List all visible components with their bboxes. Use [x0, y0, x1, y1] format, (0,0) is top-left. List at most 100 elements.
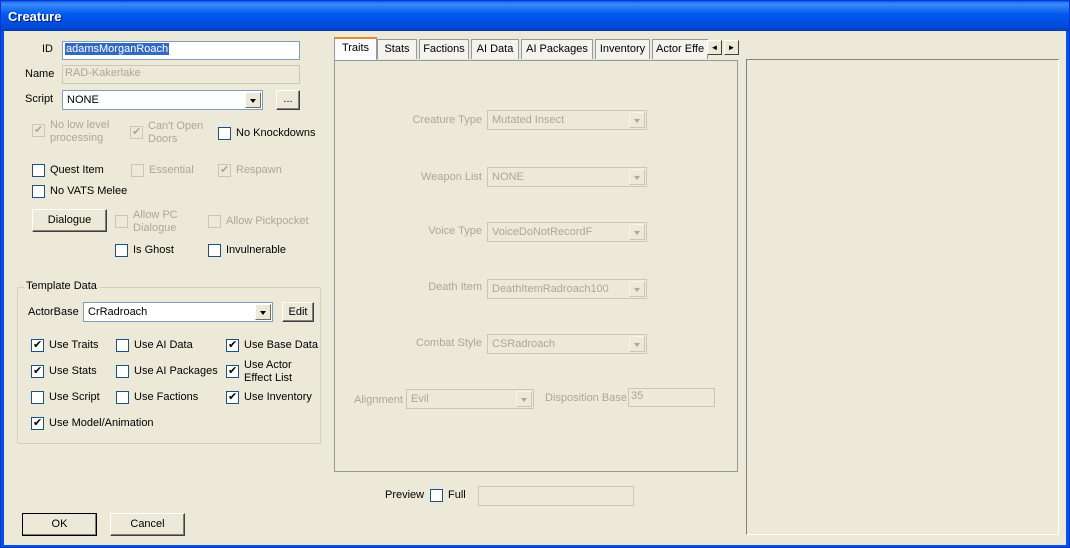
death-item-value: DeathItemRadroach100 — [492, 283, 609, 295]
tab-ai-packages[interactable]: AI Packages — [521, 39, 593, 59]
weapon-list-value: NONE — [492, 171, 524, 183]
chevron-down-icon — [629, 112, 645, 128]
essential-label: Essential — [149, 164, 194, 176]
tab-scroll-left-icon[interactable]: ◄ — [707, 40, 722, 55]
chevron-down-icon — [629, 169, 645, 185]
cancel-button[interactable]: Cancel — [110, 513, 185, 536]
use-script-checkbox[interactable] — [31, 391, 44, 404]
use-actor-effect-list-label-1: Use Actor — [244, 359, 292, 371]
tab-inventory[interactable]: Inventory — [595, 39, 650, 59]
allow-pickpocket-label: Allow Pickpocket — [226, 215, 309, 227]
script-value: NONE — [67, 94, 99, 106]
allow-pc-dialogue-label-1: Allow PC — [133, 209, 178, 221]
use-factions-checkbox[interactable] — [116, 391, 129, 404]
creature-type-value: Mutated Insect — [492, 114, 565, 126]
voice-type-combo: VoiceDoNotRecordF — [487, 222, 647, 242]
no-low-level-checkbox — [32, 123, 45, 137]
use-base-data-checkbox[interactable] — [226, 338, 239, 352]
traits-panel: Creature Type Mutated Insect Weapon List… — [334, 60, 738, 472]
id-label: ID — [42, 43, 53, 55]
is-ghost-checkbox[interactable] — [115, 244, 128, 257]
death-item-label: Death Item — [428, 281, 482, 293]
respawn-checkbox — [218, 163, 231, 177]
preview-full-checkbox[interactable] — [430, 489, 443, 502]
invulnerable-label: Invulnerable — [226, 244, 286, 256]
use-script-label: Use Script — [49, 391, 100, 403]
actorbase-label: ActorBase — [28, 306, 79, 318]
ok-button[interactable]: OK — [22, 513, 97, 536]
chevron-down-icon[interactable] — [255, 304, 271, 320]
creature-type-combo: Mutated Insect — [487, 110, 647, 130]
chevron-down-icon[interactable] — [245, 92, 261, 108]
disposition-base-label: Disposition Base — [545, 392, 627, 404]
tab-ai-data[interactable]: AI Data — [471, 39, 519, 59]
use-model-animation-checkbox[interactable] — [31, 416, 44, 430]
id-field[interactable]: adamsMorganRoach — [62, 41, 300, 60]
quest-item-checkbox[interactable] — [32, 164, 45, 177]
no-knockdowns-checkbox[interactable] — [218, 127, 231, 140]
cant-open-doors-label-2: Doors — [148, 133, 178, 145]
id-value: adamsMorganRoach — [65, 43, 170, 55]
title-bar[interactable]: Creature — [1, 1, 1069, 31]
combat-style-label: Combat Style — [415, 337, 482, 349]
script-combo[interactable]: NONE — [62, 90, 263, 110]
dialogue-button[interactable]: Dialogue — [32, 209, 107, 232]
tab-stats[interactable]: Stats — [377, 39, 417, 59]
use-actor-effect-list-label-2: Effect List — [244, 372, 293, 384]
use-base-data-label: Use Base Data — [244, 339, 318, 351]
is-ghost-label: Is Ghost — [133, 244, 174, 256]
use-stats-checkbox[interactable] — [31, 364, 44, 378]
tab-factions[interactable]: Factions — [419, 39, 469, 59]
creature-type-label: Creature Type — [412, 114, 482, 126]
chevron-down-icon — [629, 281, 645, 297]
death-item-combo: DeathItemRadroach100 — [487, 279, 647, 299]
no-vats-melee-label: No VATS Melee — [50, 185, 128, 197]
use-factions-label: Use Factions — [134, 391, 199, 403]
script-browse-button[interactable]: ... — [276, 90, 300, 110]
essential-checkbox — [131, 164, 144, 177]
use-actor-effect-list-checkbox[interactable] — [226, 364, 239, 378]
preview-area[interactable] — [746, 59, 1059, 535]
cant-open-doors-checkbox — [130, 125, 143, 139]
weapon-list-combo: NONE — [487, 167, 647, 187]
weapon-list-label: Weapon List — [421, 171, 482, 183]
respawn-label: Respawn — [236, 164, 282, 176]
use-ai-data-checkbox[interactable] — [116, 339, 129, 352]
no-vats-melee-checkbox[interactable] — [32, 185, 45, 198]
name-label: Name — [25, 68, 55, 80]
preview-full-label: Full — [448, 489, 466, 501]
tab-scroll-right-icon[interactable]: ► — [724, 40, 739, 55]
use-inventory-checkbox[interactable] — [226, 390, 239, 404]
allow-pickpocket-checkbox — [208, 215, 221, 228]
name-field: RAD-Kakerlake — [62, 65, 300, 84]
cant-open-doors-label-1: Can't Open — [148, 120, 204, 132]
window-title: Creature — [8, 9, 62, 24]
disposition-base-field: 35 — [628, 388, 715, 407]
tab-strip: Traits Stats Factions AI Data AI Package… — [334, 37, 740, 61]
quest-item-label: Quest Item — [50, 164, 104, 176]
chevron-down-icon — [629, 336, 645, 352]
alignment-label: Alignment — [354, 394, 403, 406]
chevron-down-icon — [516, 391, 532, 407]
use-traits-checkbox[interactable] — [31, 338, 44, 352]
no-low-level-label-1: No low level — [50, 119, 110, 131]
combat-style-value: CSRadroach — [492, 338, 555, 350]
no-knockdowns-label: No Knockdowns — [236, 127, 316, 139]
tab-traits[interactable]: Traits — [334, 37, 377, 60]
use-ai-data-label: Use AI Data — [134, 339, 193, 351]
tab-actor-effects[interactable]: Actor Effe — [652, 39, 708, 59]
use-ai-packages-checkbox[interactable] — [116, 365, 129, 378]
use-traits-label: Use Traits — [49, 339, 99, 351]
script-label: Script — [25, 93, 54, 105]
chevron-down-icon — [629, 224, 645, 240]
use-ai-packages-label: Use AI Packages — [134, 365, 218, 377]
creature-window: Creature ID adamsMorganRoach Name RAD-Ka… — [0, 0, 1070, 548]
template-data-title: Template Data — [24, 280, 99, 292]
actorbase-value: CrRadroach — [88, 306, 148, 318]
actorbase-combo[interactable]: CrRadroach — [83, 302, 273, 322]
preview-anim-field — [478, 486, 634, 506]
invulnerable-checkbox[interactable] — [208, 244, 221, 257]
actorbase-edit-button[interactable]: Edit — [282, 302, 314, 322]
alignment-combo: Evil — [406, 389, 534, 409]
use-inventory-label: Use Inventory — [244, 391, 312, 403]
